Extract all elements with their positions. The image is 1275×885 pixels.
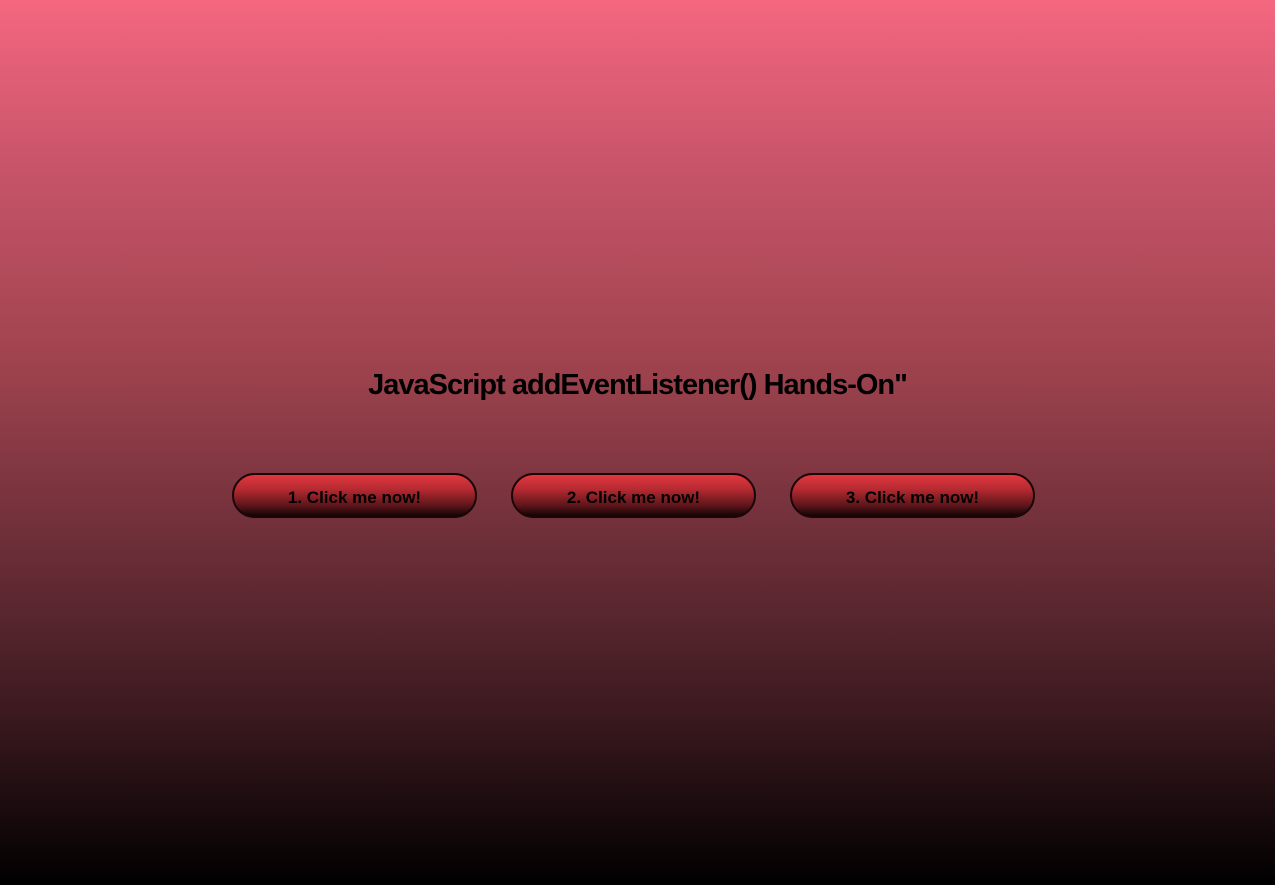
click-me-button-3[interactable]: 3. Click me now! (790, 473, 1035, 518)
page-title: JavaScript addEventListener() Hands-On" (368, 369, 908, 401)
button-row: 1. Click me now! 2. Click me now! 3. Cli… (232, 473, 1039, 522)
click-me-button-1[interactable]: 1. Click me now! (232, 473, 477, 518)
click-me-button-2[interactable]: 2. Click me now! (511, 473, 756, 518)
